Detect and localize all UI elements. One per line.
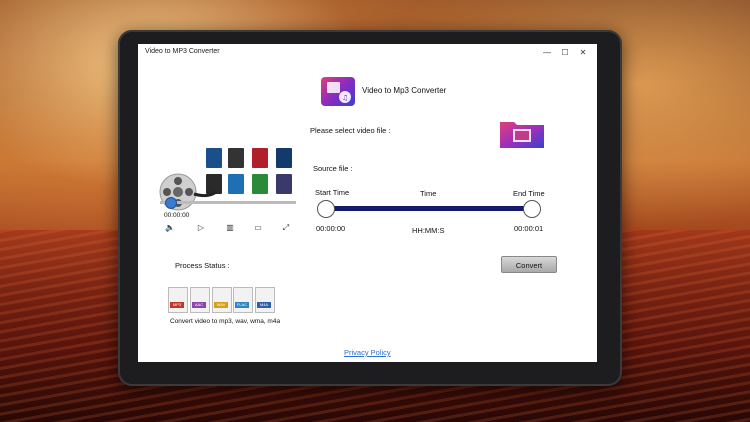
minimize-button[interactable]: — [540,46,554,60]
svg-text:♫: ♫ [342,94,348,102]
aac-tag: AAC [192,302,206,308]
media-thumb [252,174,268,194]
convert-button[interactable]: Convert [501,256,557,273]
player-seekbar[interactable] [160,201,296,204]
screenshot-icon[interactable]: ▭ [252,223,264,232]
end-time-handle[interactable] [523,200,541,218]
fullscreen-icon[interactable]: ⤢ [280,223,292,233]
wav-file-icon: WAV [212,287,232,314]
media-thumb [206,148,222,168]
play-icon[interactable]: ▷ [195,223,207,232]
volume-icon[interactable]: 🔈 [164,223,176,232]
media-thumb [276,148,292,168]
process-status-label: Process Status : [175,261,230,270]
time-format: HH:MM:S [412,226,445,235]
media-thumb [228,148,244,168]
flac-tag: FLAC [235,302,249,308]
frame-icon[interactable]: ▥ [224,223,236,232]
aac-file-icon: AAC [190,287,210,314]
media-thumb [228,174,244,194]
mp3-file-icon: MP3 [168,287,188,314]
close-button[interactable]: ✕ [576,46,590,60]
time-range-track[interactable] [326,206,532,211]
maximize-button[interactable]: ☐ [558,46,572,60]
source-file-label: Source file : [313,164,353,173]
media-thumb [252,148,268,168]
flac-file-icon: FLAC [233,287,253,314]
end-time-label: End Time [513,189,545,198]
m4a-tag: M4A [257,302,271,308]
privacy-policy-link[interactable]: Privacy Policy [344,348,391,357]
app-logo-icon: ♫ [321,77,355,106]
end-time-value: 00:00:01 [514,224,544,233]
window-title: Video to MP3 Converter [145,48,220,55]
title-bar: Video to MP3 Converter — ☐ ✕ [138,44,597,62]
time-label: Time [420,189,437,198]
folder-icon[interactable] [499,118,545,149]
media-thumb [276,174,292,194]
select-file-label: Please select video file : [310,126,391,135]
start-time-handle[interactable] [317,200,335,218]
m4a-file-icon: M4A [255,287,275,314]
formats-caption: Convert video to mp3, wav, wma, m4a [170,318,281,325]
start-time-label: Start Time [315,188,350,197]
mp3-tag: MP3 [170,302,184,308]
player-timestamp: 00:00:00 [164,212,190,219]
player-seek-handle[interactable] [165,197,177,209]
app-name: Video to Mp3 Converter [362,86,447,95]
start-time-value: 00:00:00 [316,224,346,233]
wav-tag: WAV [214,302,228,308]
